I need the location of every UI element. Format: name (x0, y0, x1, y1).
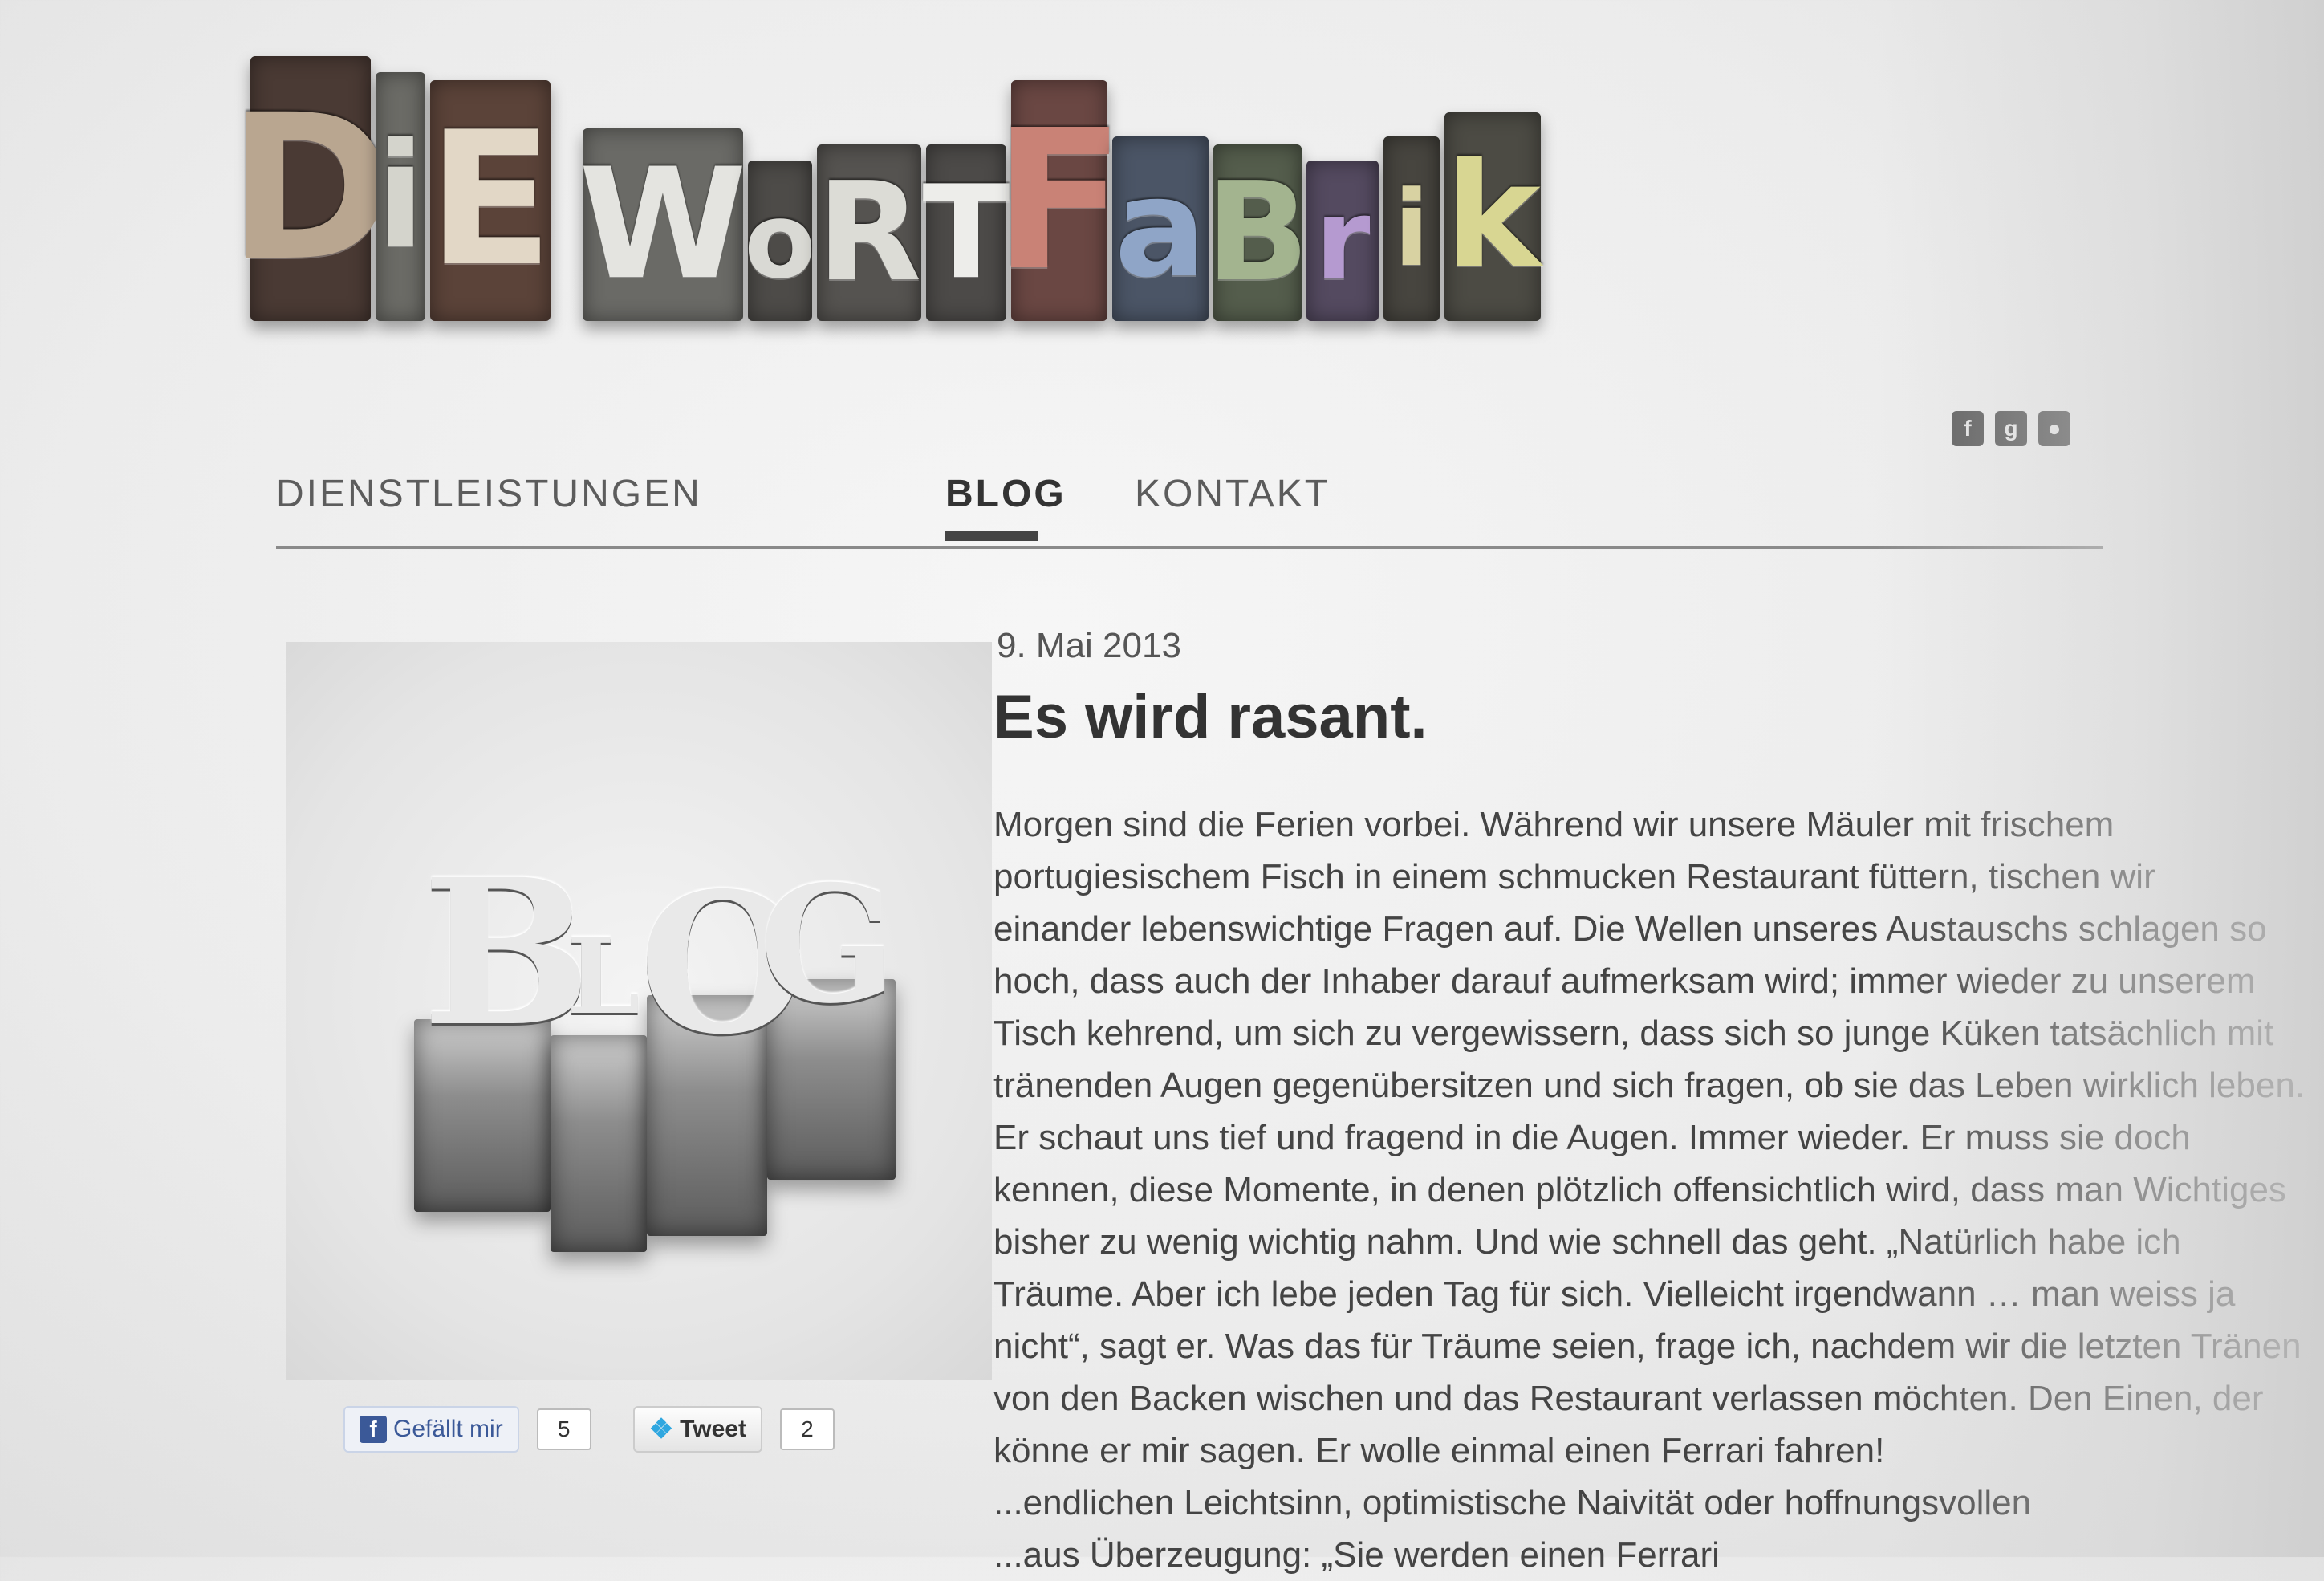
logo-tile: o (744, 161, 816, 321)
post-line: bisher zu wenig wichtig nahm. Und wie sc… (993, 1222, 2181, 1262)
post-line: könne er mir sagen. Er wolle einmal eine… (993, 1431, 1885, 1470)
post-line: ...endlichen Leichtsinn, optimistische N… (993, 1483, 2032, 1522)
post-line: Tisch kehrend, um sich zu vergewissern, … (993, 1014, 2274, 1053)
blog-letter-g: G (759, 851, 896, 1039)
post-line: hoch, dass auch der Inhaber darauf aufme… (993, 961, 2256, 1001)
share-bar: f Gefällt mir 5 ❖ Tweet 2 (343, 1406, 835, 1453)
social-links: f g ● (1952, 411, 2070, 446)
like-count: 5 (536, 1408, 591, 1450)
logo-tile: i (1383, 136, 1440, 321)
logo-tile: F (993, 80, 1125, 321)
main-navigation: DIENSTLEISTUNGEN BLOG KONTAKT (276, 449, 2103, 549)
post-title[interactable]: Es wird rasant. (993, 682, 2141, 752)
facebook-icon[interactable]: f (1952, 411, 1984, 446)
logo-tile: r (1306, 161, 1379, 321)
flickr-icon[interactable]: ● (2038, 411, 2070, 446)
logo-tile: a (1112, 136, 1209, 321)
logo-word-die: D i E (227, 56, 555, 321)
post-line: tränenden Augen gegenübersitzen und sich… (993, 1066, 2306, 1105)
site-logo[interactable]: D i E W o R T F a B r i k (227, 16, 1573, 321)
post-line: Er schaut uns tief und fragend in die Au… (993, 1118, 2191, 1157)
tweet-count: 2 (779, 1408, 835, 1450)
post-line: portugiesischem Fisch in einem schmucken… (993, 857, 2155, 896)
active-nav-indicator (945, 531, 1038, 541)
logo-tile: i (376, 72, 425, 321)
post-line: von den Backen wischen und das Restauran… (993, 1379, 2264, 1418)
blog-post: 9. Mai 2013 Es wird rasant. Morgen sind … (993, 626, 2306, 1581)
post-image: B L O G (286, 642, 992, 1380)
blog-letter-l: L (567, 915, 640, 1038)
blog-type-blocks-image: B L O G (414, 835, 896, 1252)
facebook-like-button[interactable]: f Gefällt mir (343, 1406, 519, 1453)
post-body: Morgen sind die Ferien vorbei. Während w… (993, 799, 2306, 1581)
nav-item-blog[interactable]: BLOG (945, 472, 1067, 516)
tweet-button[interactable]: ❖ Tweet (632, 1406, 762, 1453)
logo-tile: D (227, 56, 394, 321)
twitter-bird-icon: ❖ (648, 1414, 674, 1445)
post-line: Träume. Aber ich lebe jeden Tag für sich… (993, 1274, 2236, 1314)
post-line: kennen, diese Momente, in denen plötzlic… (993, 1170, 2286, 1209)
logo-tile: R (817, 144, 921, 321)
nav-item-kontakt[interactable]: KONTAKT (1135, 472, 1331, 516)
like-label: Gefällt mir (393, 1416, 503, 1442)
post-line: ...aus Überzeugung: „Sie werden einen Fe… (993, 1535, 1720, 1575)
google-plus-icon[interactable]: g (1995, 411, 2027, 446)
logo-tile: W (579, 128, 747, 321)
logo-tile: k (1444, 112, 1541, 321)
post-line: einander lebenswichtige Fragen auf. Die … (993, 909, 2267, 949)
post-date: 9. Mai 2013 (997, 626, 1181, 665)
logo-tile: E (427, 80, 554, 321)
facebook-icon: f (360, 1416, 387, 1443)
tweet-label: Tweet (680, 1416, 746, 1442)
post-line: nicht“, sagt er. Was das für Träume seie… (993, 1327, 2302, 1366)
post-line: Morgen sind die Ferien vorbei. Während w… (993, 805, 2115, 844)
logo-word-wortfabrik: W o R T F a B r i k (579, 80, 1546, 321)
logo-tile: B (1205, 144, 1310, 321)
nav-item-dienstleistungen[interactable]: DIENSTLEISTUNGEN (276, 472, 702, 516)
